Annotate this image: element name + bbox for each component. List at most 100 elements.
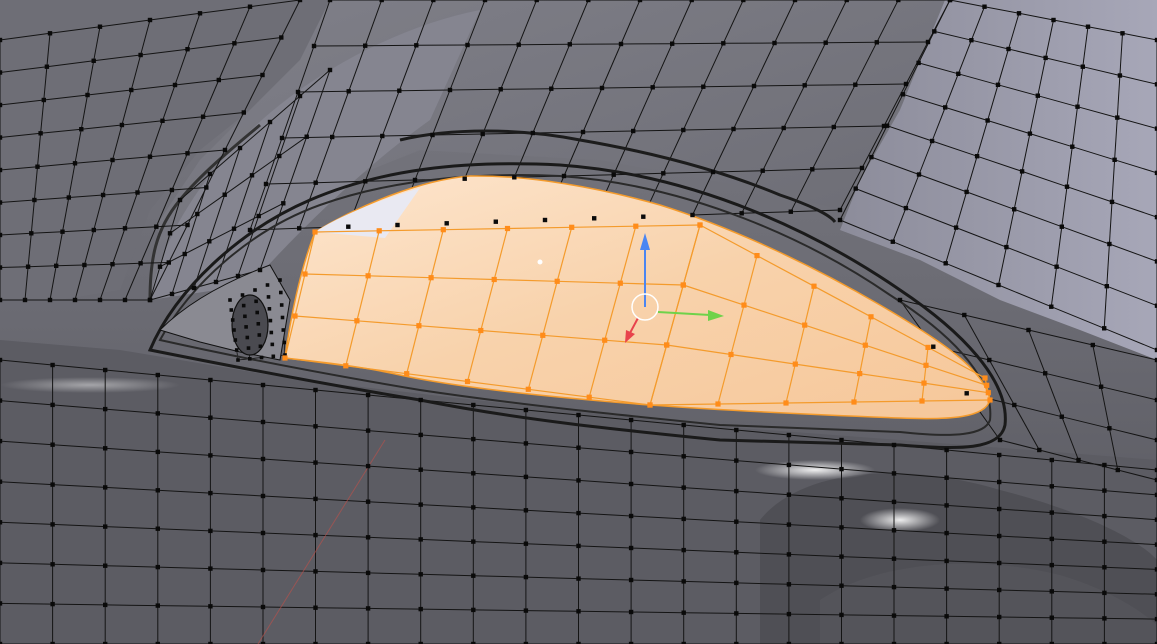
mesh-vertex[interactable] bbox=[313, 424, 318, 429]
mesh-vertex[interactable] bbox=[38, 131, 43, 136]
mesh-vertex[interactable] bbox=[312, 229, 318, 235]
mesh-vertex[interactable] bbox=[525, 386, 531, 392]
mesh-vertex[interactable] bbox=[237, 145, 243, 151]
mesh-edge[interactable] bbox=[551, 87, 603, 90]
mesh-vertex[interactable] bbox=[923, 362, 929, 368]
mesh-vertex[interactable] bbox=[235, 273, 241, 279]
mesh-vertex[interactable] bbox=[916, 172, 922, 177]
mesh-vertex[interactable] bbox=[831, 124, 836, 130]
mesh-vertex[interactable] bbox=[523, 474, 529, 480]
mesh-vertex[interactable] bbox=[280, 315, 285, 320]
mesh-vertex[interactable] bbox=[129, 87, 134, 93]
mesh-vertex[interactable] bbox=[931, 344, 936, 349]
mesh-vertex[interactable] bbox=[786, 462, 792, 468]
mesh-vertex[interactable] bbox=[839, 612, 844, 618]
mesh-vertex[interactable] bbox=[944, 447, 949, 453]
mesh-vertex[interactable] bbox=[155, 564, 160, 570]
mesh-vertex[interactable] bbox=[41, 97, 46, 103]
mesh-vertex[interactable] bbox=[681, 610, 686, 615]
mesh-vertex[interactable] bbox=[60, 229, 65, 234]
mesh-vertex[interactable] bbox=[232, 41, 237, 46]
mesh-vertex[interactable] bbox=[1049, 484, 1054, 489]
mesh-vertex[interactable] bbox=[0, 135, 3, 140]
mesh-vertex[interactable] bbox=[0, 37, 3, 43]
mesh-vertex[interactable] bbox=[0, 560, 3, 566]
mesh-vertex[interactable] bbox=[480, 131, 485, 137]
mesh-vertex[interactable] bbox=[760, 168, 765, 173]
mesh-vertex[interactable] bbox=[260, 456, 266, 462]
mesh-vertex[interactable] bbox=[690, 212, 695, 218]
mesh-vertex[interactable] bbox=[786, 432, 792, 438]
mesh-vertex[interactable] bbox=[628, 449, 634, 455]
mesh-vertex[interactable] bbox=[944, 475, 949, 480]
mesh-vertex[interactable] bbox=[247, 227, 253, 233]
mesh-vertex[interactable] bbox=[896, 0, 901, 3]
mesh-vertex[interactable] bbox=[327, 67, 333, 73]
mesh-vertex[interactable] bbox=[549, 86, 554, 91]
mesh-vertex[interactable] bbox=[916, 60, 921, 66]
mesh-vertex[interactable] bbox=[0, 167, 3, 173]
mesh-vertex[interactable] bbox=[313, 387, 318, 393]
mesh-vertex[interactable] bbox=[313, 605, 318, 610]
mesh-vertex[interactable] bbox=[397, 88, 402, 93]
mesh-vertex[interactable] bbox=[281, 201, 286, 206]
mesh-vertex[interactable] bbox=[628, 609, 634, 615]
mesh-vertex[interactable] bbox=[681, 422, 686, 428]
mesh-vertex[interactable] bbox=[0, 357, 3, 363]
mesh-edge[interactable] bbox=[855, 83, 907, 86]
mesh-edge[interactable] bbox=[703, 85, 755, 88]
mesh-vertex[interactable] bbox=[346, 89, 351, 94]
mesh-vertex[interactable] bbox=[576, 543, 581, 549]
mesh-vertex[interactable] bbox=[253, 288, 257, 292]
mesh-vertex[interactable] bbox=[22, 297, 28, 303]
mesh-vertex[interactable] bbox=[246, 346, 251, 350]
mesh-vertex[interactable] bbox=[802, 322, 808, 328]
mesh-vertex[interactable] bbox=[243, 314, 247, 319]
mesh-vertex[interactable] bbox=[245, 335, 250, 340]
mesh-vertex[interactable] bbox=[169, 291, 175, 297]
mesh-vertex[interactable] bbox=[731, 126, 736, 132]
mesh-vertex[interactable] bbox=[103, 602, 108, 608]
mesh-vertex[interactable] bbox=[122, 297, 128, 303]
mesh-edge[interactable] bbox=[473, 609, 526, 612]
mesh-vertex[interactable] bbox=[185, 151, 190, 156]
mesh-vertex[interactable] bbox=[611, 172, 616, 177]
mesh-vertex[interactable] bbox=[29, 231, 34, 236]
mesh-vertex[interactable] bbox=[1102, 539, 1107, 544]
mesh-vertex[interactable] bbox=[32, 197, 37, 203]
mesh-vertex[interactable] bbox=[72, 161, 78, 166]
mesh-vertex[interactable] bbox=[985, 118, 990, 123]
mesh-edge[interactable] bbox=[157, 605, 211, 607]
mesh-vertex[interactable] bbox=[932, 29, 937, 34]
mesh-vertex[interactable] bbox=[25, 264, 31, 269]
mesh-vertex[interactable] bbox=[91, 227, 96, 233]
mesh-vertex[interactable] bbox=[155, 526, 160, 531]
mesh-vertex[interactable] bbox=[279, 135, 285, 141]
mesh-edge[interactable] bbox=[652, 86, 704, 88]
mesh-vertex[interactable] bbox=[0, 297, 3, 303]
mesh-vertex[interactable] bbox=[234, 348, 239, 352]
mesh-vertex[interactable] bbox=[166, 260, 171, 265]
mesh-edge[interactable] bbox=[399, 89, 451, 92]
mesh-vertex[interactable] bbox=[97, 24, 103, 29]
mesh-vertex[interactable] bbox=[783, 400, 789, 406]
mesh-edge[interactable] bbox=[946, 615, 1000, 618]
mesh-vertex[interactable] bbox=[754, 253, 760, 259]
mesh-vertex[interactable] bbox=[1076, 457, 1081, 463]
mesh-vertex[interactable] bbox=[839, 554, 844, 559]
mesh-vertex[interactable] bbox=[982, 375, 988, 381]
mesh-vertex[interactable] bbox=[576, 609, 581, 614]
mesh-vertex[interactable] bbox=[1026, 327, 1031, 333]
mesh-vertex[interactable] bbox=[418, 432, 423, 438]
mesh-vertex[interactable] bbox=[395, 222, 400, 228]
mesh-vertex[interactable] bbox=[997, 437, 1003, 443]
mesh-vertex[interactable] bbox=[119, 122, 125, 128]
mesh-vertex[interactable] bbox=[155, 411, 160, 416]
mesh-vertex[interactable] bbox=[103, 563, 108, 568]
mesh-vertex[interactable] bbox=[47, 31, 53, 36]
mesh-vertex[interactable] bbox=[633, 223, 639, 229]
mesh-vertex[interactable] bbox=[844, 0, 849, 3]
mesh-vertex[interactable] bbox=[1049, 457, 1054, 463]
mesh-vertex[interactable] bbox=[1051, 17, 1056, 23]
mesh-vertex[interactable] bbox=[891, 556, 897, 561]
